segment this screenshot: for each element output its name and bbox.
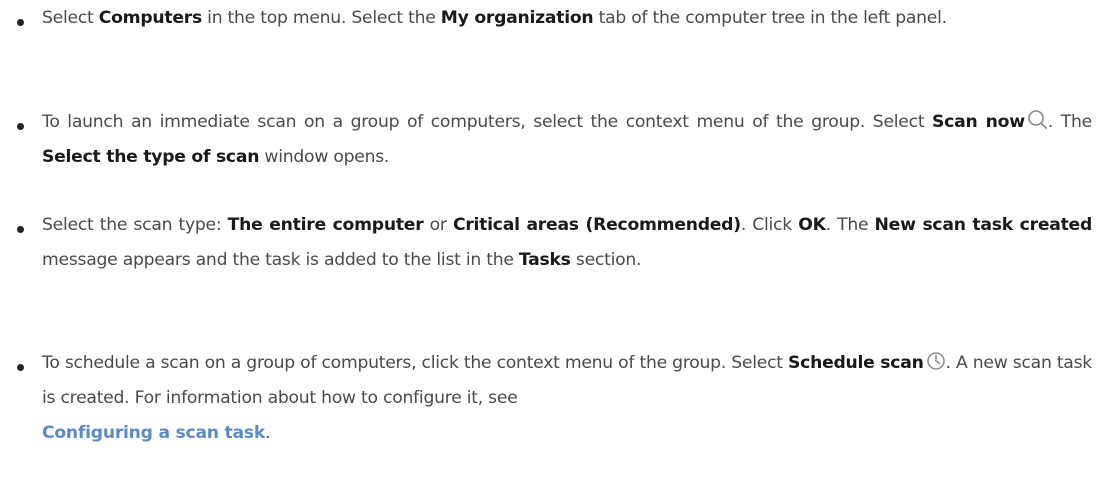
step-text-part: . The: [1047, 112, 1093, 132]
bullet-icon: [17, 19, 24, 26]
tasks-section-label: Tasks: [518, 250, 571, 270]
step-text-part: tab of the computer tree in the left pan…: [593, 8, 948, 28]
step-text-part: . Click: [740, 215, 799, 235]
bullet-icon: [17, 226, 24, 233]
search-icon: [1027, 109, 1048, 130]
entire-computer-option-label: The entire computer: [227, 215, 424, 235]
step-text-part: message appears and the task is added to…: [42, 250, 519, 270]
step-text-part: . The: [825, 215, 875, 235]
step-text-part: To schedule a scan on a group of compute…: [42, 353, 789, 373]
step-text-part: Select: [42, 8, 99, 28]
critical-areas-option-label: Critical areas (Recommended): [452, 215, 741, 235]
my-organization-tab-label: My organization: [440, 8, 594, 28]
computers-menu-label: Computers: [98, 8, 202, 28]
clock-icon: [926, 351, 946, 371]
step-text: To launch an immediate scan on a group o…: [42, 105, 1092, 175]
configuring-scan-task-link[interactable]: Configuring a scan task: [42, 423, 265, 443]
bullet-icon: [17, 123, 24, 130]
ok-button-label: OK: [798, 215, 826, 235]
new-scan-task-message-label: New scan task created: [874, 215, 1093, 235]
step-text-part: or: [423, 215, 453, 235]
step-text: Select Computers in the top menu. Select…: [42, 1, 1092, 36]
step-text: Select the scan type: The entire compute…: [42, 208, 1092, 278]
bullet-icon: [17, 364, 24, 371]
step-text-part: To launch an immediate scan on a group o…: [42, 112, 933, 132]
step-text-part: section.: [570, 250, 642, 270]
select-scan-type-window-label: Select the type of scan: [42, 147, 260, 167]
schedule-scan-label: Schedule scan: [788, 353, 924, 373]
step-text: To schedule a scan on a group of compute…: [42, 346, 1092, 451]
scan-now-label: Scan now: [932, 112, 1025, 132]
step-text-part: in the top menu. Select the: [201, 8, 441, 28]
step-text-part: Select the scan type:: [42, 215, 228, 235]
step-text-part: window opens.: [259, 147, 390, 167]
step-text-part: .: [265, 423, 271, 443]
